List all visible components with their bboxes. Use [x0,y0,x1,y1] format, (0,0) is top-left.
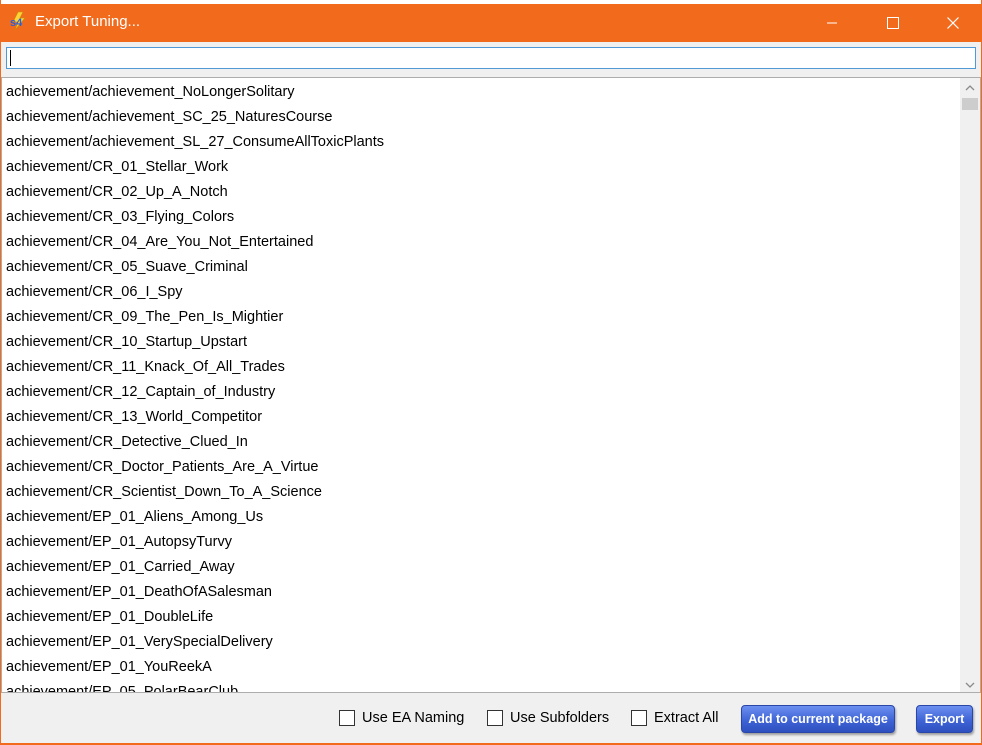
list-item[interactable]: achievement/CR_13_World_Competitor [2,405,958,430]
use-subfolders-checkbox[interactable]: Use Subfolders [487,710,609,726]
maximize-icon [887,17,899,29]
list-item[interactable]: achievement/EP_01_DoubleLife [2,605,958,630]
use-ea-naming-label: Use EA Naming [362,710,465,726]
list-item[interactable]: achievement/CR_Detective_Clued_In [2,430,958,455]
chevron-up-icon [965,78,975,96]
search-input[interactable] [6,47,976,69]
list-item[interactable]: achievement/EP_01_VerySpecialDelivery [2,630,958,655]
list-item[interactable]: achievement/EP_01_DeathOfASalesman [2,580,958,605]
close-button[interactable] [930,4,976,42]
window-title: Export Tuning... [35,13,141,30]
maximize-button[interactable] [870,4,916,42]
list-item[interactable]: achievement/CR_11_Knack_Of_All_Trades [2,355,958,380]
scroll-thumb[interactable] [962,98,978,110]
list-item[interactable]: achievement/achievement_NoLongerSolitary [2,80,958,105]
tuning-list-items: achievement/achievement_NoLongerSolitary… [2,78,958,692]
text-caret [10,50,11,66]
tuning-list[interactable]: achievement/achievement_NoLongerSolitary… [1,77,981,693]
list-item[interactable]: achievement/CR_Scientist_Down_To_A_Scien… [2,480,958,505]
minimize-button[interactable] [809,4,855,42]
use-subfolders-label: Use Subfolders [510,710,610,726]
add-to-current-package-button[interactable]: Add to current package [741,705,895,733]
list-item[interactable]: achievement/EP_05_PolarBearClub [2,680,958,692]
title-bar[interactable]: s4 Export Tuning... [1,0,981,42]
list-item[interactable]: achievement/CR_Doctor_Patients_Are_A_Vir… [2,455,958,480]
list-item[interactable]: achievement/CR_04_Are_You_Not_Entertaine… [2,230,958,255]
list-item[interactable]: achievement/CR_01_Stellar_Work [2,155,958,180]
chevron-down-icon [965,675,975,693]
list-item[interactable]: achievement/EP_01_Aliens_Among_Us [2,505,958,530]
s4pe-icon: s4 [9,11,31,31]
bottom-toolbar: Use EA Naming Use Subfolders Extract All… [1,695,981,743]
list-item[interactable]: achievement/CR_05_Suave_Criminal [2,255,958,280]
vertical-scrollbar[interactable] [960,78,980,692]
svg-text:s4: s4 [10,17,23,29]
list-item[interactable]: achievement/CR_03_Flying_Colors [2,205,958,230]
checkbox-box[interactable] [339,710,355,726]
export-button[interactable]: Export [916,705,973,733]
checkbox-box[interactable] [487,710,503,726]
close-icon [947,17,959,29]
list-item[interactable]: achievement/CR_09_The_Pen_Is_Mightier [2,305,958,330]
list-item[interactable]: achievement/CR_06_I_Spy [2,280,958,305]
checkbox-box[interactable] [631,710,647,726]
minimize-icon [826,17,838,29]
scroll-down-button[interactable] [960,675,980,692]
list-item[interactable]: achievement/EP_01_AutopsyTurvy [2,530,958,555]
list-item[interactable]: achievement/EP_01_YouReekA [2,655,958,680]
list-item[interactable]: achievement/achievement_SC_25_NaturesCou… [2,105,958,130]
list-item[interactable]: achievement/EP_01_Carried_Away [2,555,958,580]
list-item[interactable]: achievement/achievement_SL_27_ConsumeAll… [2,130,958,155]
extract-all-checkbox[interactable]: Extract All [631,710,718,726]
scroll-up-button[interactable] [960,78,980,95]
list-item[interactable]: achievement/CR_10_Startup_Upstart [2,330,958,355]
list-item[interactable]: achievement/CR_02_Up_A_Notch [2,180,958,205]
list-item[interactable]: achievement/CR_12_Captain_of_Industry [2,380,958,405]
use-ea-naming-checkbox[interactable]: Use EA Naming [339,710,464,726]
export-tuning-window: s4 Export Tuning... achievement/achievem… [0,0,982,745]
extract-all-label: Extract All [654,710,719,726]
